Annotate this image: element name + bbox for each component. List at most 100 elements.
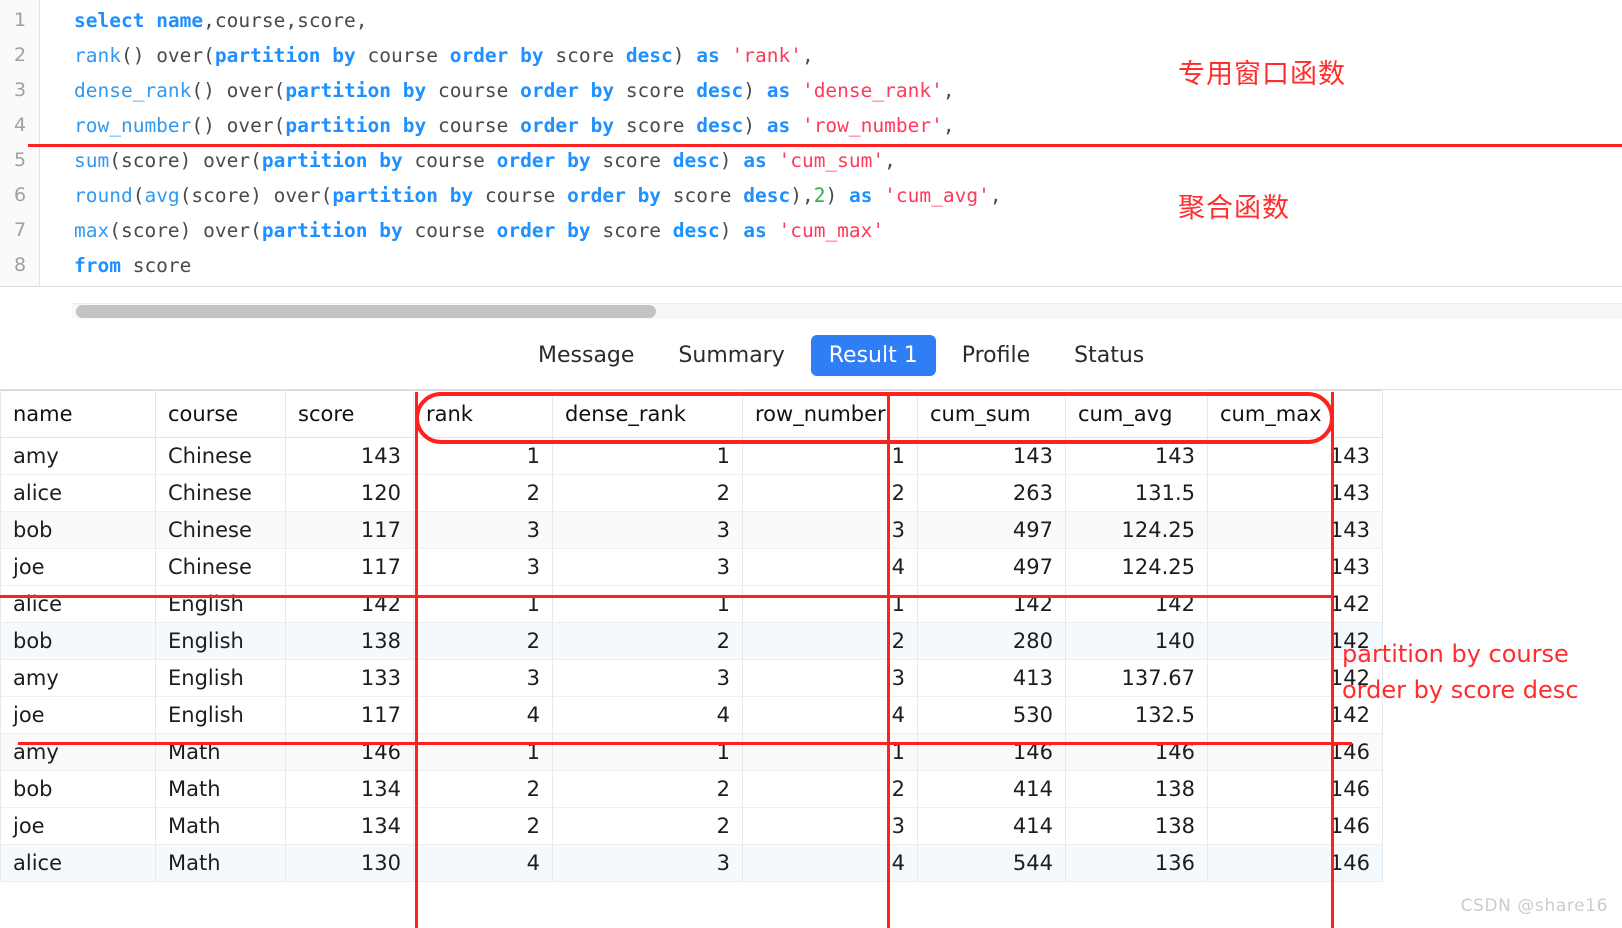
code-line[interactable]: 1 select name,course,score, — [0, 3, 1622, 38]
cell-score[interactable]: 134 — [285, 770, 414, 808]
cell-score[interactable]: 146 — [285, 733, 414, 771]
cell-cum_avg[interactable]: 140 — [1065, 622, 1208, 660]
column-header-cum_avg[interactable]: cum_avg — [1065, 390, 1208, 438]
code-line[interactable]: 5 sum(score) over(partition by course ord… — [0, 143, 1622, 178]
code-line[interactable]: 8 from score — [0, 248, 1622, 283]
cell-score[interactable]: 117 — [285, 511, 414, 549]
cell-cum_max[interactable]: 143 — [1207, 437, 1383, 475]
cell-row_number[interactable]: 2 — [742, 622, 918, 660]
cell-cum_max[interactable]: 142 — [1207, 585, 1383, 623]
cell-row_number[interactable]: 2 — [742, 770, 918, 808]
table-row[interactable]: alice English 142 1 1 1 142 142 142 — [0, 585, 1383, 623]
cell-cum_max[interactable]: 146 — [1207, 844, 1383, 882]
cell-cum_avg[interactable]: 143 — [1065, 437, 1208, 475]
cell-name[interactable]: amy — [0, 437, 156, 475]
cell-cum_max[interactable]: 143 — [1207, 548, 1383, 586]
column-header-row_number[interactable]: row_number — [742, 390, 918, 438]
cell-dense_rank[interactable]: 4 — [552, 696, 743, 734]
cell-cum_sum[interactable]: 497 — [917, 511, 1066, 549]
cell-cum_sum[interactable]: 263 — [917, 474, 1066, 512]
cell-cum_sum[interactable]: 280 — [917, 622, 1066, 660]
result-grid[interactable]: name course score rank dense_rank row_number c… — [0, 390, 1622, 928]
cell-cum_avg[interactable]: 146 — [1065, 733, 1208, 771]
table-row[interactable]: joe English 117 4 4 4 530 132.5 142 — [0, 696, 1383, 734]
cell-dense_rank[interactable]: 1 — [552, 733, 743, 771]
cell-rank[interactable]: 3 — [413, 548, 553, 586]
cell-course[interactable]: Chinese — [155, 548, 286, 586]
table-row[interactable]: amy Math 146 1 1 1 146 146 146 — [0, 733, 1383, 771]
cell-score[interactable]: 142 — [285, 585, 414, 623]
table-row[interactable]: alice Math 130 4 3 4 544 136 146 — [0, 844, 1383, 882]
code-line[interactable]: 6 round(avg(score) over(partition by cour… — [0, 178, 1622, 213]
cell-name[interactable]: bob — [0, 622, 156, 660]
cell-course[interactable]: Math — [155, 770, 286, 808]
cell-cum_sum[interactable]: 143 — [917, 437, 1066, 475]
cell-rank[interactable]: 1 — [413, 585, 553, 623]
cell-rank[interactable]: 4 — [413, 844, 553, 882]
tab-message[interactable]: Message — [520, 335, 652, 376]
table-row[interactable]: bob English 138 2 2 2 280 140 142 — [0, 622, 1383, 660]
table-row[interactable]: amy Chinese 143 1 1 1 143 143 143 — [0, 437, 1383, 475]
cell-score[interactable]: 117 — [285, 696, 414, 734]
cell-rank[interactable]: 3 — [413, 659, 553, 697]
tab-profile[interactable]: Profile — [944, 335, 1048, 376]
cell-score[interactable]: 138 — [285, 622, 414, 660]
cell-course[interactable]: English — [155, 696, 286, 734]
cell-course[interactable]: Chinese — [155, 511, 286, 549]
cell-cum_max[interactable]: 142 — [1207, 696, 1383, 734]
cell-name[interactable]: alice — [0, 844, 156, 882]
cell-dense_rank[interactable]: 2 — [552, 770, 743, 808]
cell-name[interactable]: amy — [0, 659, 156, 697]
cell-course[interactable]: Math — [155, 807, 286, 845]
cell-score[interactable]: 117 — [285, 548, 414, 586]
table-row[interactable]: alice Chinese 120 2 2 2 263 131.5 143 — [0, 474, 1383, 512]
cell-cum_sum[interactable]: 146 — [917, 733, 1066, 771]
cell-cum_sum[interactable]: 544 — [917, 844, 1066, 882]
cell-name[interactable]: bob — [0, 511, 156, 549]
cell-row_number[interactable]: 1 — [742, 437, 918, 475]
cell-course[interactable]: English — [155, 585, 286, 623]
cell-score[interactable]: 143 — [285, 437, 414, 475]
cell-course[interactable]: Chinese — [155, 474, 286, 512]
cell-row_number[interactable]: 2 — [742, 474, 918, 512]
column-header-cum_sum[interactable]: cum_sum — [917, 390, 1066, 438]
cell-score[interactable]: 130 — [285, 844, 414, 882]
cell-rank[interactable]: 3 — [413, 511, 553, 549]
code-line[interactable]: 2 rank() over(partition by course order b… — [0, 38, 1622, 73]
tab-result-1[interactable]: Result 1 — [810, 335, 936, 376]
cell-name[interactable]: alice — [0, 474, 156, 512]
tab-status[interactable]: Status — [1056, 335, 1162, 376]
cell-score[interactable]: 133 — [285, 659, 414, 697]
cell-cum_avg[interactable]: 136 — [1065, 844, 1208, 882]
cell-cum_max[interactable]: 146 — [1207, 807, 1383, 845]
cell-course[interactable]: Math — [155, 844, 286, 882]
table-row[interactable]: joe Chinese 117 3 3 4 497 124.25 143 — [0, 548, 1383, 586]
cell-cum_sum[interactable]: 414 — [917, 807, 1066, 845]
tab-summary[interactable]: Summary — [660, 335, 802, 376]
cell-score[interactable]: 134 — [285, 807, 414, 845]
cell-name[interactable]: alice — [0, 585, 156, 623]
sql-code-area[interactable]: 1 select name,course,score, 2 rank() over(p… — [0, 0, 1622, 283]
cell-row_number[interactable]: 3 — [742, 511, 918, 549]
cell-cum_avg[interactable]: 132.5 — [1065, 696, 1208, 734]
column-header-course[interactable]: course — [155, 390, 286, 438]
table-row[interactable]: bob Chinese 117 3 3 3 497 124.25 143 — [0, 511, 1383, 549]
code-line[interactable]: 4 row_number() over(partition by course o… — [0, 108, 1622, 143]
cell-cum_max[interactable]: 146 — [1207, 770, 1383, 808]
cell-cum_avg[interactable]: 138 — [1065, 770, 1208, 808]
cell-dense_rank[interactable]: 3 — [552, 659, 743, 697]
sql-editor-pane[interactable]: 1 select name,course,score, 2 rank() over(p… — [0, 0, 1622, 287]
cell-cum_avg[interactable]: 137.67 — [1065, 659, 1208, 697]
cell-course[interactable]: English — [155, 659, 286, 697]
editor-horizontal-scrollbar-thumb[interactable] — [76, 305, 656, 318]
cell-dense_rank[interactable]: 2 — [552, 807, 743, 845]
table-row[interactable]: amy English 133 3 3 3 413 137.67 142 — [0, 659, 1383, 697]
cell-cum_max[interactable]: 143 — [1207, 511, 1383, 549]
cell-cum_avg[interactable]: 142 — [1065, 585, 1208, 623]
cell-name[interactable]: bob — [0, 770, 156, 808]
cell-name[interactable]: joe — [0, 807, 156, 845]
cell-cum_max[interactable]: 143 — [1207, 474, 1383, 512]
cell-course[interactable]: Chinese — [155, 437, 286, 475]
cell-course[interactable]: Math — [155, 733, 286, 771]
column-header-dense_rank[interactable]: dense_rank — [552, 390, 743, 438]
